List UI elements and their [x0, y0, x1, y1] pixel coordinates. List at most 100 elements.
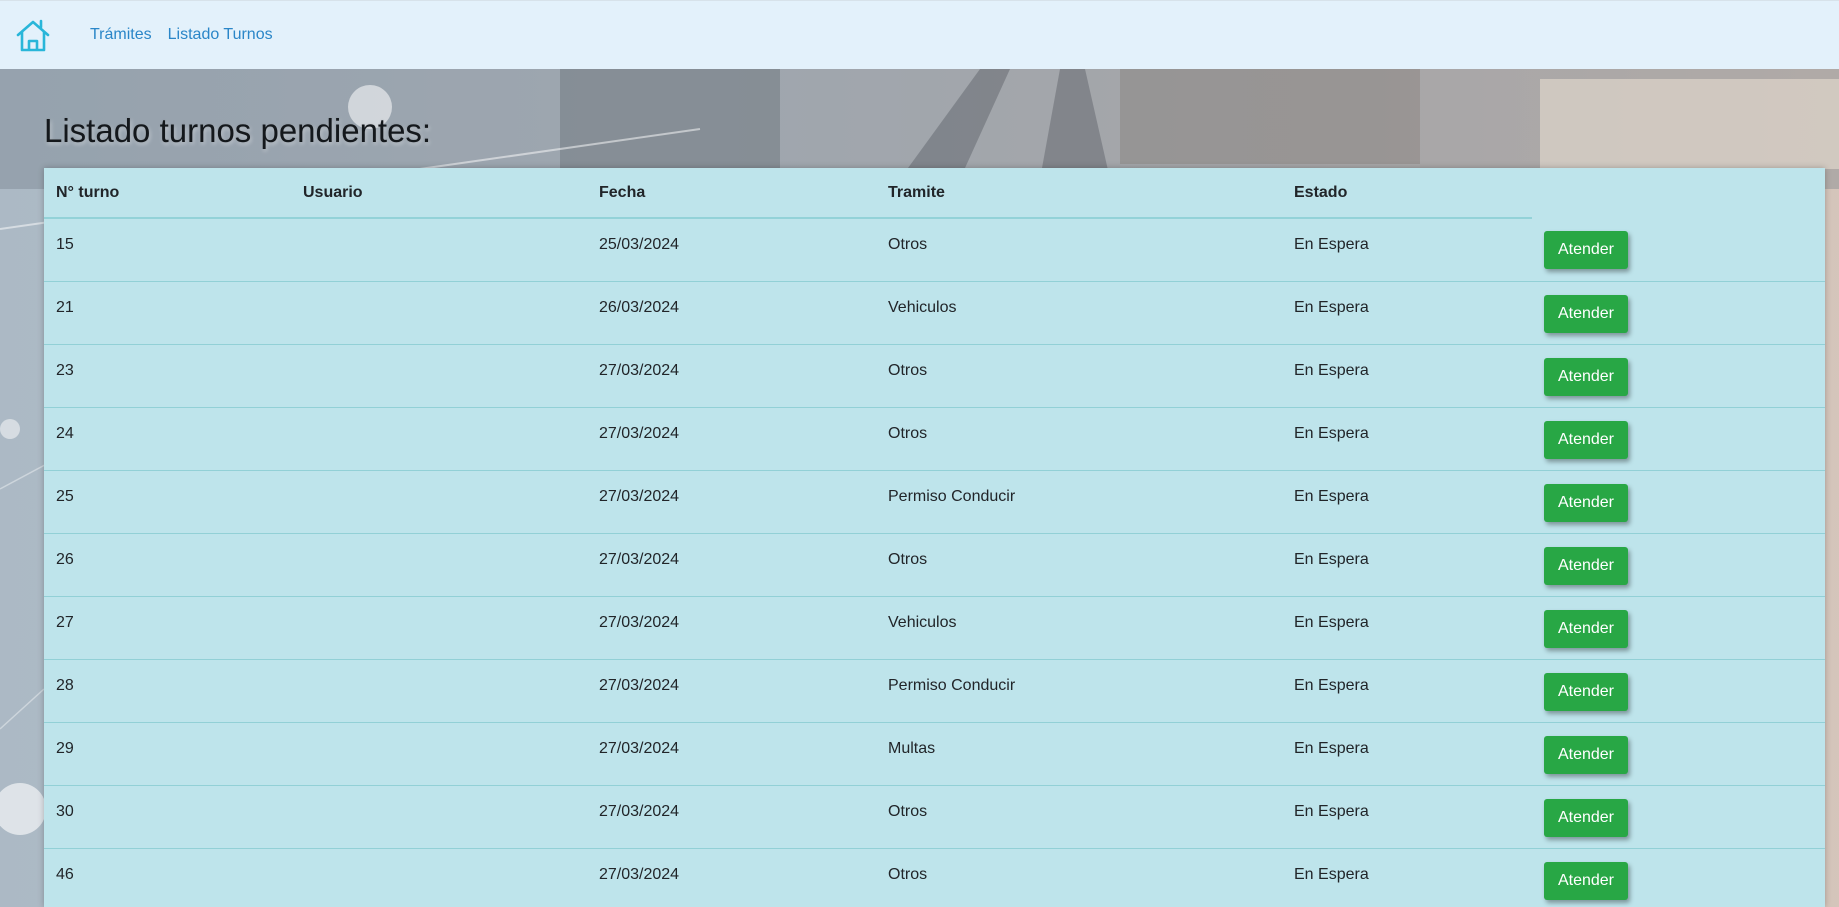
cell-turno: 46 [44, 848, 291, 907]
home-icon [16, 19, 50, 52]
page-title: Listado turnos pendientes: [44, 112, 432, 149]
cell-usuario [291, 533, 587, 597]
cell-action: Atender [1532, 470, 1825, 534]
table-row: 23 27/03/2024 Otros En Espera Atender [44, 344, 1825, 408]
cell-usuario [291, 407, 587, 471]
table-body: 15 25/03/2024 Otros En Espera Atender 21 26/03… [44, 218, 1825, 907]
cell-tramite: Otros [876, 533, 1282, 597]
cell-turno: 15 [44, 218, 291, 282]
cell-turno: 23 [44, 344, 291, 408]
table-row: 26 27/03/2024 Otros En Espera Atender [44, 533, 1825, 597]
cell-usuario [291, 722, 587, 786]
cell-estado: En Espera [1282, 470, 1532, 534]
cell-fecha: 27/03/2024 [587, 659, 876, 723]
table-header-row: N° turno Usuario Fecha Tramite Estado [44, 168, 1825, 219]
atender-button[interactable]: Atender [1544, 609, 1628, 648]
header-fecha: Fecha [587, 168, 876, 219]
cell-tramite: Otros [876, 785, 1282, 849]
cell-action: Atender [1532, 407, 1825, 471]
cell-tramite: Otros [876, 848, 1282, 907]
nav-link-tramites[interactable]: Trámites [90, 26, 152, 44]
header-usuario: Usuario [291, 168, 587, 219]
cell-tramite: Multas [876, 722, 1282, 786]
cell-estado: En Espera [1282, 785, 1532, 849]
cell-estado: En Espera [1282, 407, 1532, 471]
cell-usuario [291, 470, 587, 534]
cell-action: Atender [1532, 785, 1825, 849]
cell-estado: En Espera [1282, 218, 1532, 282]
cell-turno: 21 [44, 281, 291, 345]
cell-tramite: Vehiculos [876, 596, 1282, 660]
cell-fecha: 27/03/2024 [587, 722, 876, 786]
turnos-table: N° turno Usuario Fecha Tramite Estado 15… [44, 168, 1825, 907]
cell-usuario [291, 659, 587, 723]
atender-button[interactable]: Atender [1544, 735, 1628, 774]
cell-estado: En Espera [1282, 281, 1532, 345]
nav-links: Trámites Listado Turnos [90, 26, 273, 44]
atender-button[interactable]: Atender [1544, 294, 1628, 333]
cell-action: Atender [1532, 218, 1825, 282]
cell-fecha: 27/03/2024 [587, 470, 876, 534]
cell-action: Atender [1532, 533, 1825, 597]
cell-tramite: Otros [876, 344, 1282, 408]
table-row: 25 27/03/2024 Permiso Conducir En Espera Ate… [44, 470, 1825, 534]
table-row: 21 26/03/2024 Vehiculos En Espera Atender [44, 281, 1825, 345]
cell-action: Atender [1532, 281, 1825, 345]
cell-tramite: Permiso Conducir [876, 470, 1282, 534]
cell-estado: En Espera [1282, 344, 1532, 408]
table-row: 28 27/03/2024 Permiso Conducir En Espera Ate… [44, 659, 1825, 723]
cell-fecha: 25/03/2024 [587, 218, 876, 282]
atender-button[interactable]: Atender [1544, 357, 1628, 396]
table-row: 27 27/03/2024 Vehiculos En Espera Atender [44, 596, 1825, 660]
atender-button[interactable]: Atender [1544, 546, 1628, 585]
cell-usuario [291, 344, 587, 408]
cell-usuario [291, 596, 587, 660]
home-link[interactable] [14, 17, 52, 55]
cell-fecha: 27/03/2024 [587, 533, 876, 597]
table-row: 24 27/03/2024 Otros En Espera Atender [44, 407, 1825, 471]
table-row: 15 25/03/2024 Otros En Espera Atender [44, 218, 1825, 282]
cell-turno: 26 [44, 533, 291, 597]
atender-button[interactable]: Atender [1544, 861, 1628, 900]
table-row: 29 27/03/2024 Multas En Espera Atender [44, 722, 1825, 786]
turnos-table-panel: N° turno Usuario Fecha Tramite Estado 15… [44, 168, 1825, 907]
header-estado: Estado [1282, 168, 1532, 219]
cell-tramite: Otros [876, 407, 1282, 471]
cell-fecha: 27/03/2024 [587, 848, 876, 907]
cell-fecha: 27/03/2024 [587, 596, 876, 660]
cell-turno: 27 [44, 596, 291, 660]
cell-estado: En Espera [1282, 659, 1532, 723]
cell-estado: En Espera [1282, 722, 1532, 786]
atender-button[interactable]: Atender [1544, 672, 1628, 711]
cell-turno: 24 [44, 407, 291, 471]
cell-tramite: Permiso Conducir [876, 659, 1282, 723]
atender-button[interactable]: Atender [1544, 231, 1628, 269]
cell-action: Atender [1532, 596, 1825, 660]
cell-usuario [291, 848, 587, 907]
atender-button[interactable]: Atender [1544, 798, 1628, 837]
cell-action: Atender [1532, 659, 1825, 723]
atender-button[interactable]: Atender [1544, 420, 1628, 459]
cell-turno: 28 [44, 659, 291, 723]
cell-turno: 30 [44, 785, 291, 849]
table-row: 30 27/03/2024 Otros En Espera Atender [44, 785, 1825, 849]
cell-fecha: 27/03/2024 [587, 407, 876, 471]
cell-fecha: 27/03/2024 [587, 344, 876, 408]
cell-action: Atender [1532, 848, 1825, 907]
cell-fecha: 26/03/2024 [587, 281, 876, 345]
header-tramite: Tramite [876, 168, 1282, 219]
cell-estado: En Espera [1282, 533, 1532, 597]
cell-action: Atender [1532, 722, 1825, 786]
header-turno: N° turno [44, 168, 291, 219]
cell-usuario [291, 218, 587, 282]
atender-button[interactable]: Atender [1544, 483, 1628, 522]
cell-action: Atender [1532, 344, 1825, 408]
navbar: Trámites Listado Turnos [0, 0, 1839, 69]
cell-usuario [291, 281, 587, 345]
nav-link-listado-turnos[interactable]: Listado Turnos [168, 26, 273, 44]
cell-estado: En Espera [1282, 596, 1532, 660]
cell-fecha: 27/03/2024 [587, 785, 876, 849]
cell-turno: 29 [44, 722, 291, 786]
cell-usuario [291, 785, 587, 849]
table-row: 46 27/03/2024 Otros En Espera Atender [44, 848, 1825, 907]
